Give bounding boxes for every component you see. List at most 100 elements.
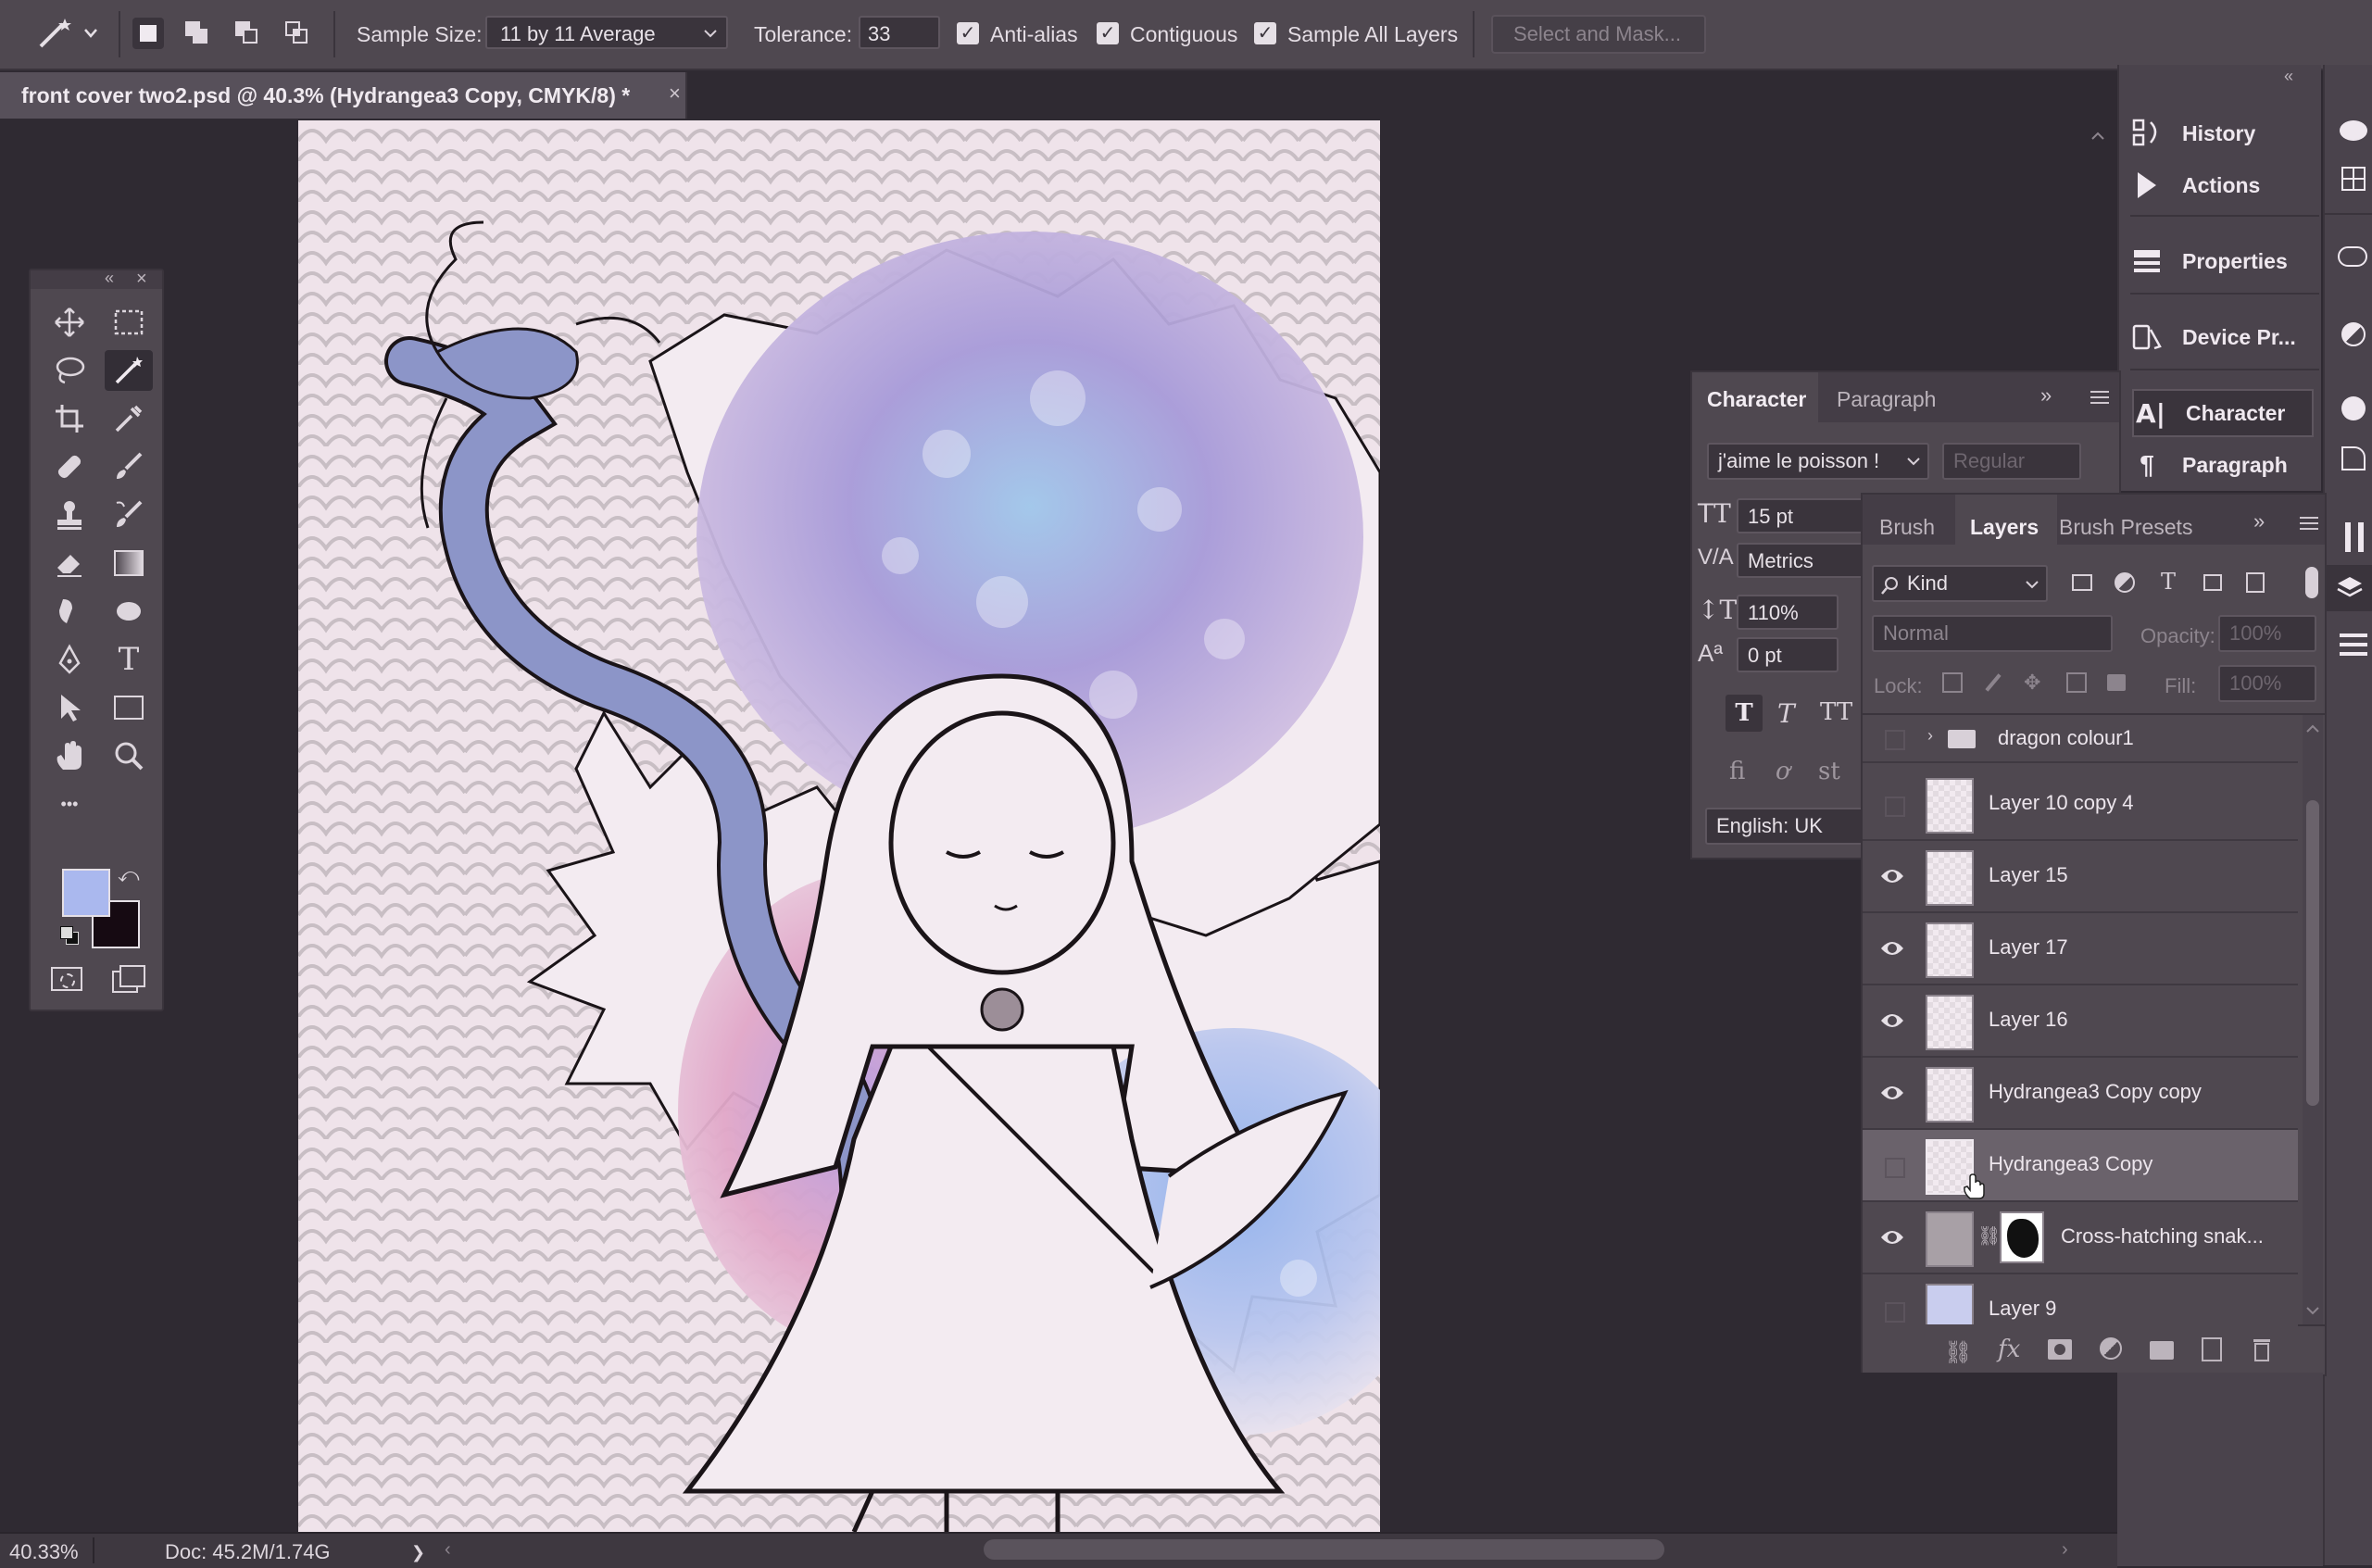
tab-brush[interactable]: Brush [1879,515,1935,540]
link-layers-button[interactable]: ⛓ [1944,1339,1972,1366]
grid-icon[interactable] [2341,167,2366,191]
channels-icon[interactable] [2340,630,2367,658]
tolerance-input[interactable]: 33 [859,16,940,49]
layer-row-layer-17[interactable]: Layer 17 [1863,913,2298,985]
fill-input[interactable]: 100% [2218,665,2316,702]
close-tab-icon[interactable]: × [669,82,681,106]
marquee-tool[interactable] [105,302,153,343]
clone-stamp-tool[interactable] [45,495,94,535]
rectangle-tool[interactable] [105,687,153,728]
path-selection-tool[interactable] [45,687,94,728]
tab-paragraph[interactable]: Paragraph [1837,387,1936,412]
panel-menu-expand-icon[interactable]: » [2253,509,2265,533]
font-family-dropdown[interactable]: j'aime le poisson ! [1707,443,1929,480]
add-to-selection-button[interactable] [182,18,213,49]
paragraph-panel-button[interactable]: ¶ Paragraph [2130,441,2316,489]
visibility-toggle[interactable] [1885,730,1905,750]
history-panel-button[interactable]: History [2130,109,2316,157]
layer-mask-thumbnail[interactable] [2000,1211,2044,1263]
lasso-tool[interactable] [45,350,94,391]
magic-wand-tool-preset[interactable] [35,17,100,50]
document-canvas[interactable] [298,120,1380,1532]
eye-icon[interactable] [1879,1080,1905,1106]
brushes-icon[interactable] [2345,522,2364,552]
filter-pixel-icon[interactable] [2072,574,2092,591]
more-tools-button[interactable]: ••• [45,784,94,824]
lock-image-icon[interactable] [1983,672,2003,693]
panel-menu-expand-icon[interactable]: » [2040,383,2052,408]
layer-effects-button[interactable]: fx [1998,1336,2020,1363]
scroll-up-icon[interactable] [2090,130,2106,141]
document-tab[interactable]: front cover two2.psd @ 40.3% (Hydrangea3… [0,72,687,119]
move-tool[interactable] [45,302,94,343]
layer-row-hydrangea3-copy[interactable]: Hydrangea3 Copy [1863,1130,2298,1202]
scroll-left-icon[interactable]: ‹ [445,1539,451,1561]
dodge-tool[interactable] [105,591,153,632]
eyedropper-tool[interactable] [105,398,153,439]
tab-brush-presets[interactable]: Brush Presets [2059,515,2192,540]
filter-shape-icon[interactable] [2203,574,2222,591]
layers-scrollbar[interactable] [2303,715,2323,1324]
properties-panel-button[interactable]: Properties [2130,237,2316,285]
link-icon[interactable]: ⛓ [1977,1224,2001,1248]
eye-icon[interactable] [1879,1224,1905,1250]
language-dropdown[interactable]: English: UK [1705,808,1872,845]
lock-all-icon[interactable] [2107,674,2126,691]
status-menu-arrow-icon[interactable]: ❯ [411,1543,425,1562]
opacity-input[interactable]: 100% [2218,615,2316,652]
blend-mode-dropdown[interactable]: Normal [1872,615,2113,652]
type-tool[interactable]: T [105,639,153,680]
lock-position-icon[interactable]: ✥ [2024,671,2040,695]
baseline-shift-input[interactable]: 0 pt [1737,637,1839,672]
paths-icon[interactable] [2341,446,2366,470]
color-icon[interactable] [2341,396,2366,420]
layer-row-layer-15[interactable]: Layer 15 [1863,841,2298,913]
screen-mode-button[interactable] [112,965,145,993]
pen-tool[interactable] [45,639,94,680]
eye-icon[interactable] [1879,1008,1905,1034]
magic-wand-tool[interactable] [105,350,153,391]
close-icon[interactable]: × [136,269,147,290]
scroll-right-icon[interactable]: › [2062,1539,2068,1561]
horizontal-scrollbar-thumb[interactable] [984,1539,1664,1560]
smudge-tool[interactable] [45,591,94,632]
actions-panel-button[interactable]: Actions [2130,161,2316,209]
layer-row-layer-9[interactable]: Layer 9 [1863,1274,2298,1326]
all-caps-icon[interactable]: TT [1820,698,1852,726]
layer-row-layer-10-copy-4[interactable]: Layer 10 copy 4 [1863,769,2298,841]
delete-layer-button[interactable] [2252,1337,2272,1361]
new-selection-button[interactable] [132,18,164,49]
strip-icon-1[interactable] [2340,120,2367,141]
contiguous-checkbox[interactable]: ✓ [1097,22,1119,44]
zoom-level[interactable]: 40.33% [9,1540,79,1564]
collapse-icon[interactable]: « [105,269,114,288]
faux-bold-button[interactable]: T [1726,695,1763,732]
layer-filter-kind-dropdown[interactable]: Kind [1872,565,2048,602]
foreground-color-swatch[interactable] [62,869,110,917]
panel-menu-icon[interactable] [2090,391,2109,404]
brush-tool[interactable] [105,446,153,487]
lock-artboard-icon[interactable] [2066,672,2087,693]
new-adjustment-layer-button[interactable] [2100,1337,2122,1360]
lock-transparent-icon[interactable] [1942,672,1963,693]
visibility-toggle[interactable] [1885,1158,1905,1178]
panel-menu-icon[interactable] [2300,517,2318,530]
filter-adjustment-icon[interactable] [2115,572,2135,593]
filter-smart-object-icon[interactable] [2246,572,2265,593]
scroll-up-icon[interactable] [2306,724,2319,734]
chevron-right-icon[interactable]: › [1927,726,1933,746]
tab-character[interactable]: Character [1692,372,1818,422]
ligatures-icon[interactable]: ﬁ [1729,758,1745,785]
visibility-toggle[interactable] [1885,1302,1905,1323]
cloud-icon[interactable] [2338,246,2367,267]
filter-type-icon[interactable]: T [2161,569,2176,595]
sample-all-layers-checkbox[interactable]: ✓ [1254,22,1276,44]
gradient-tool[interactable] [105,543,153,583]
vertical-scale-input[interactable]: 110% [1737,595,1839,630]
layer-row-cross-hatching[interactable]: ⛓ Cross-hatching snak... [1863,1202,2298,1274]
toolbox-header[interactable]: « × [31,269,162,290]
tab-layers[interactable]: Layers [1955,495,2057,545]
device-preview-panel-button[interactable]: Device Pr... [2130,313,2316,361]
layer-row-layer-16[interactable]: Layer 16 [1863,985,2298,1058]
add-mask-button[interactable] [2048,1339,2072,1360]
